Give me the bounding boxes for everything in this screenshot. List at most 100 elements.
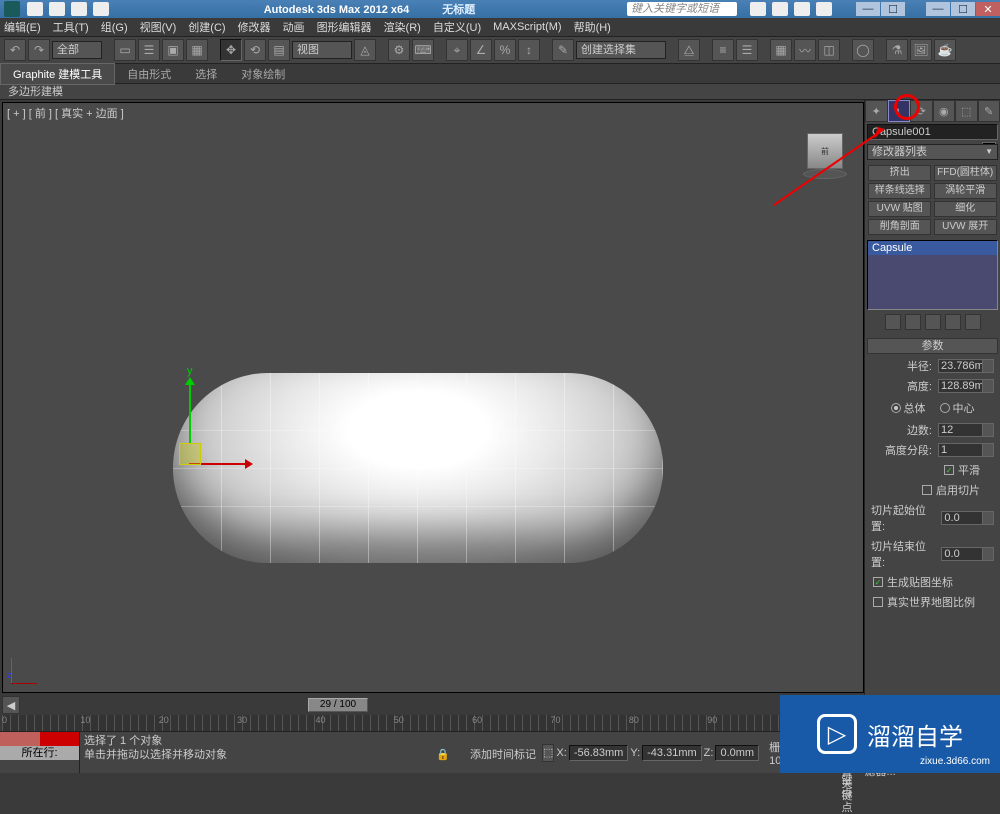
help-btn[interactable] — [772, 2, 788, 16]
check-real-world[interactable]: 真实世界地图比例 — [873, 594, 992, 610]
minimize-button[interactable]: — — [856, 2, 880, 16]
menu-animation[interactable]: 动画 — [283, 19, 305, 35]
menu-modifiers[interactable]: 修改器 — [238, 19, 271, 35]
time-slider-knob[interactable]: 29 / 100 — [308, 698, 368, 712]
check-gen-uv[interactable]: ✓生成贴图坐标 — [873, 574, 992, 590]
radius-spinner[interactable]: 23.786mm — [938, 359, 994, 373]
minimize-app-button[interactable]: — — [926, 2, 950, 16]
cmd-tab-motion[interactable]: ◉ — [933, 100, 956, 122]
edit-selset-icon[interactable]: ✎ — [552, 39, 574, 61]
layers-icon[interactable]: ☰ — [736, 39, 758, 61]
percent-snap-icon[interactable]: % — [494, 39, 516, 61]
ribbon-panel-label[interactable]: 多边形建模 — [0, 84, 1000, 100]
curve-editor-icon[interactable]: 〰 — [794, 39, 816, 61]
render-setup-icon[interactable]: ⚗ — [886, 39, 908, 61]
keyboard-icon[interactable]: ⌨ — [412, 39, 434, 61]
help-btn[interactable] — [794, 2, 810, 16]
menu-edit[interactable]: 编辑(E) — [4, 19, 41, 35]
maxscript-mini[interactable]: 所在行: — [0, 732, 80, 773]
sides-spinner[interactable]: 12 — [938, 423, 994, 437]
y-arrow-icon[interactable] — [185, 377, 195, 385]
menu-create[interactable]: 创建(C) — [188, 19, 225, 35]
redo-icon[interactable]: ↷ — [28, 39, 50, 61]
help-btn[interactable] — [816, 2, 832, 16]
filter-dropdown[interactable]: 全部 — [52, 41, 102, 59]
remove-mod-icon[interactable] — [945, 314, 961, 330]
radio-overall[interactable]: 总体 — [891, 400, 926, 416]
menu-customize[interactable]: 自定义(U) — [433, 19, 481, 35]
menu-help[interactable]: 帮助(H) — [574, 19, 611, 35]
maximize-app-button[interactable]: ☐ — [951, 2, 975, 16]
hseg-spinner[interactable]: 1 — [938, 443, 994, 457]
menu-group[interactable]: 组(G) — [101, 19, 128, 35]
select-icon[interactable]: ▭ — [114, 39, 136, 61]
stack-item-capsule[interactable]: Capsule — [868, 241, 997, 255]
ribbon-toggle-icon[interactable]: ▦ — [770, 39, 792, 61]
help-btn[interactable] — [750, 2, 766, 16]
slice-from-spinner[interactable]: 0.0 — [941, 511, 994, 525]
ribbon-tab-freeform[interactable]: 自由形式 — [115, 64, 183, 84]
menu-tools[interactable]: 工具(T) — [53, 19, 89, 35]
coord-x[interactable]: -56.83mm — [569, 745, 629, 761]
ribbon-tab-paint[interactable]: 对象绘制 — [229, 64, 297, 84]
viewport[interactable]: [ + ] [ 前 ] [ 真实 + 边面 ] 前 y z — [2, 102, 864, 693]
window-crossing-icon[interactable]: ▦ — [186, 39, 208, 61]
help-search[interactable]: 键入关键字或短语 — [627, 2, 737, 16]
lock-icon[interactable]: 🔒 — [436, 748, 450, 762]
xy-plane-handle[interactable] — [179, 443, 201, 465]
menu-views[interactable]: 视图(V) — [140, 19, 177, 35]
menu-maxscript[interactable]: MAXScript(M) — [493, 21, 561, 33]
cmd-tab-create[interactable]: ✦ — [865, 100, 888, 122]
maximize-button[interactable]: ☐ — [881, 2, 905, 16]
pivot-icon[interactable]: ◬ — [354, 39, 376, 61]
angle-snap-icon[interactable]: ∠ — [470, 39, 492, 61]
menu-rendering[interactable]: 渲染(R) — [384, 19, 421, 35]
slice-to-spinner[interactable]: 0.0 — [941, 547, 994, 561]
select-region-icon[interactable]: ▣ — [162, 39, 184, 61]
modifier-stack[interactable]: Capsule — [867, 240, 998, 310]
coord-z[interactable]: 0.0mm — [715, 745, 759, 761]
coord-y[interactable]: -43.31mm — [642, 745, 702, 761]
show-result-icon[interactable] — [905, 314, 921, 330]
scale-icon[interactable]: ▤ — [268, 39, 290, 61]
timeslider-prev-icon[interactable]: ◀ — [2, 696, 20, 714]
check-smooth[interactable]: ✓平滑 — [873, 462, 980, 478]
mod-btn-unwrap[interactable]: UVW 展开 — [934, 219, 997, 235]
qat-btn[interactable] — [71, 2, 87, 16]
close-button[interactable]: ✕ — [976, 2, 1000, 16]
undo-icon[interactable]: ↶ — [4, 39, 26, 61]
time-slider[interactable]: ◀ 29 / 100 ▶ — [2, 695, 864, 715]
mod-btn-tessellate[interactable]: 细化 — [934, 201, 997, 217]
move-icon[interactable]: ✥ — [220, 39, 242, 61]
snap-icon[interactable]: ⌖ — [446, 39, 468, 61]
qat-btn[interactable] — [93, 2, 109, 16]
cmd-tab-utilities[interactable]: ✎ — [978, 100, 1000, 122]
named-selset-dropdown[interactable]: 创建选择集 — [576, 41, 666, 59]
cmd-tab-display[interactable]: ⬚ — [955, 100, 978, 122]
mod-btn-ffd[interactable]: FFD(圆柱体) — [934, 165, 997, 181]
configure-sets-icon[interactable] — [965, 314, 981, 330]
qat-btn[interactable] — [27, 2, 43, 16]
height-spinner[interactable]: 128.89mm — [938, 379, 994, 393]
pin-stack-icon[interactable] — [885, 314, 901, 330]
refcoord-dropdown[interactable]: 视图 — [292, 41, 352, 59]
make-unique-icon[interactable] — [925, 314, 941, 330]
ribbon-tab-selection[interactable]: 选择 — [183, 64, 229, 84]
schematic-icon[interactable]: ◫ — [818, 39, 840, 61]
ribbon-tab-graphite[interactable]: Graphite 建模工具 — [0, 63, 115, 85]
spinner-snap-icon[interactable]: ↕ — [518, 39, 540, 61]
radio-centers[interactable]: 中心 — [940, 400, 975, 416]
viewport-label[interactable]: [ + ] [ 前 ] [ 真实 + 边面 ] — [7, 105, 124, 121]
rollout-parameters[interactable]: 参数 — [867, 338, 998, 354]
qat-btn[interactable] — [49, 2, 65, 16]
material-editor-icon[interactable]: ◯ — [852, 39, 874, 61]
render-frame-icon[interactable]: 🖼 — [910, 39, 932, 61]
render-icon[interactable]: ☕ — [934, 39, 956, 61]
add-time-marker[interactable]: 添加时间标记 — [470, 748, 536, 762]
mod-btn-turbosmooth[interactable]: 涡轮平滑 — [934, 183, 997, 199]
mirror-icon[interactable]: ⧋ — [678, 39, 700, 61]
manip-icon[interactable]: ⚙ — [388, 39, 410, 61]
rotate-icon[interactable]: ⟲ — [244, 39, 266, 61]
y-axis-icon[interactable] — [189, 383, 191, 443]
mod-btn-fillet[interactable]: 削角剖面 — [868, 219, 931, 235]
